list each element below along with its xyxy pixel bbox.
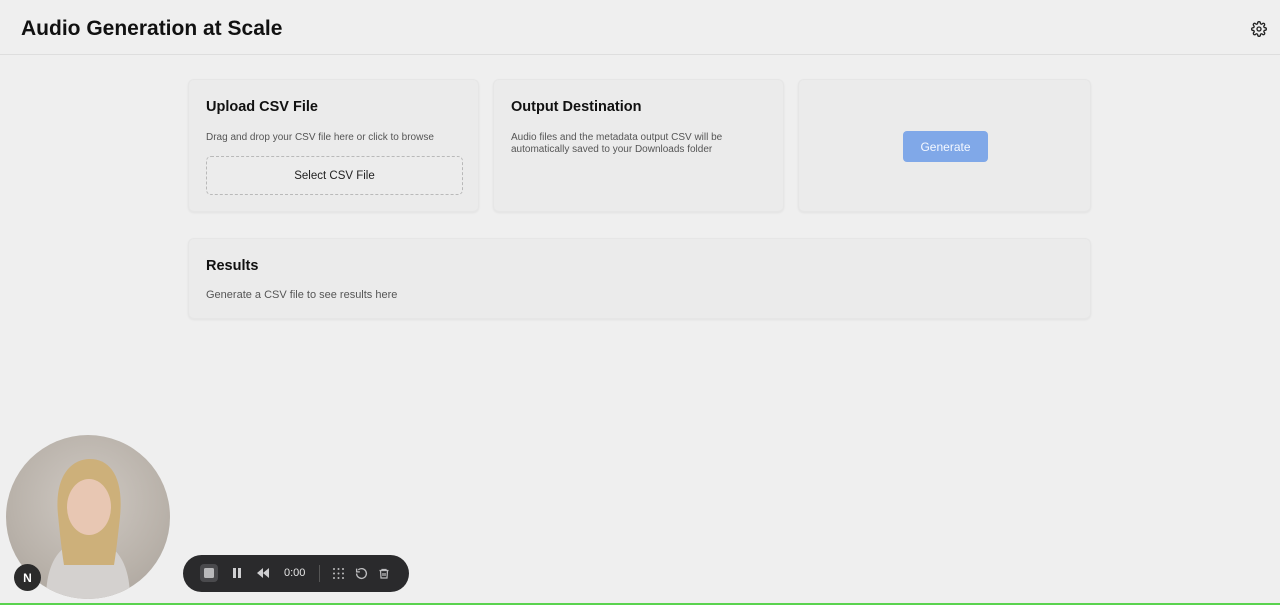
upload-card-title: Upload CSV File: [206, 99, 318, 115]
generate-card: Generate: [798, 79, 1091, 212]
results-empty-text: Generate a CSV file to see results here: [206, 289, 398, 301]
rewind-icon: [257, 568, 269, 578]
rewind-button[interactable]: [254, 564, 272, 582]
restart-icon: [355, 567, 367, 579]
upload-card-description: Drag and drop your CSV file here or clic…: [206, 132, 434, 143]
top-bar: Audio Generation at Scale: [0, 0, 1280, 55]
toolbar-divider: [319, 565, 320, 582]
output-card-title: Output Destination: [511, 99, 642, 115]
recording-time: 0:00: [284, 567, 306, 579]
generate-button[interactable]: Generate: [903, 131, 988, 162]
recording-toolbar: 0:00: [183, 555, 409, 592]
app-title: Audio Generation at Scale: [21, 17, 283, 40]
stop-button[interactable]: [200, 564, 218, 582]
delete-button[interactable]: [375, 564, 393, 582]
output-destination-card: Output Destination Audio files and the m…: [493, 79, 784, 212]
gear-icon: [1251, 21, 1267, 37]
pause-button[interactable]: [228, 564, 246, 582]
pause-icon: [233, 568, 241, 578]
grid-icon: [332, 567, 344, 579]
trash-icon: [379, 568, 389, 579]
results-card: Results Generate a CSV file to see resul…: [188, 238, 1091, 319]
results-title: Results: [206, 258, 259, 274]
output-card-description: Audio files and the metadata output CSV …: [511, 132, 723, 155]
stop-icon: [200, 564, 218, 582]
select-csv-file-button[interactable]: Select CSV File: [206, 156, 463, 195]
grid-button[interactable]: [329, 564, 347, 582]
upload-csv-card: Upload CSV File Drag and drop your CSV f…: [188, 79, 479, 212]
settings-button[interactable]: [1249, 19, 1269, 39]
recorder-badge[interactable]: N: [14, 564, 41, 591]
restart-button[interactable]: [352, 564, 370, 582]
